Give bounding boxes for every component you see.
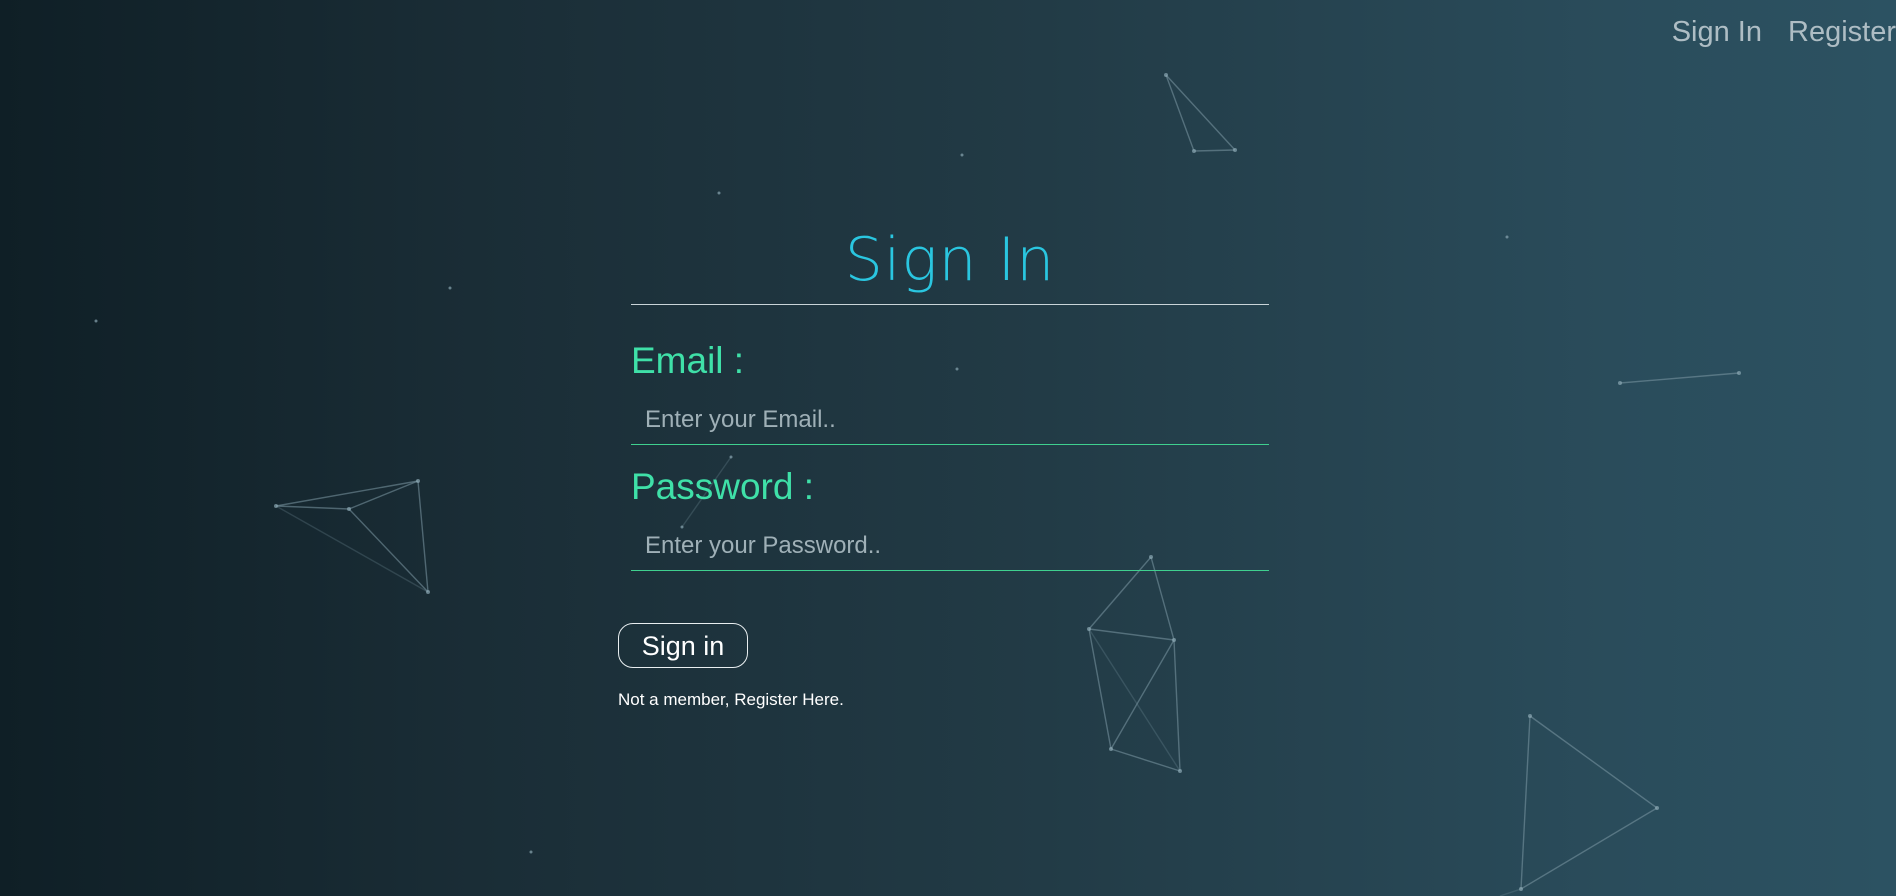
particle-cluster-left [274,479,430,594]
email-field[interactable] [631,395,1269,445]
particle-cluster-middle [1087,555,1182,773]
password-label: Password : [631,466,815,507]
particle-cluster-bottom-right [1499,714,1659,896]
email-label: Email : [631,340,745,381]
page-title: Sign In [844,225,1056,295]
password-field[interactable] [631,521,1269,571]
nav-register-link[interactable]: Register [1788,12,1896,52]
top-nav: Sign In Register [1672,12,1896,52]
nav-signin-link[interactable]: Sign In [1672,12,1762,52]
title-divider [631,304,1269,305]
signin-button[interactable]: Sign in [618,623,748,668]
signin-form: Sign In Email : Password : [631,220,1269,571]
particle-cluster-top [1164,73,1237,153]
register-here-link[interactable]: Not a member, Register Here. [618,689,844,711]
particle-cluster-right [1618,371,1741,385]
